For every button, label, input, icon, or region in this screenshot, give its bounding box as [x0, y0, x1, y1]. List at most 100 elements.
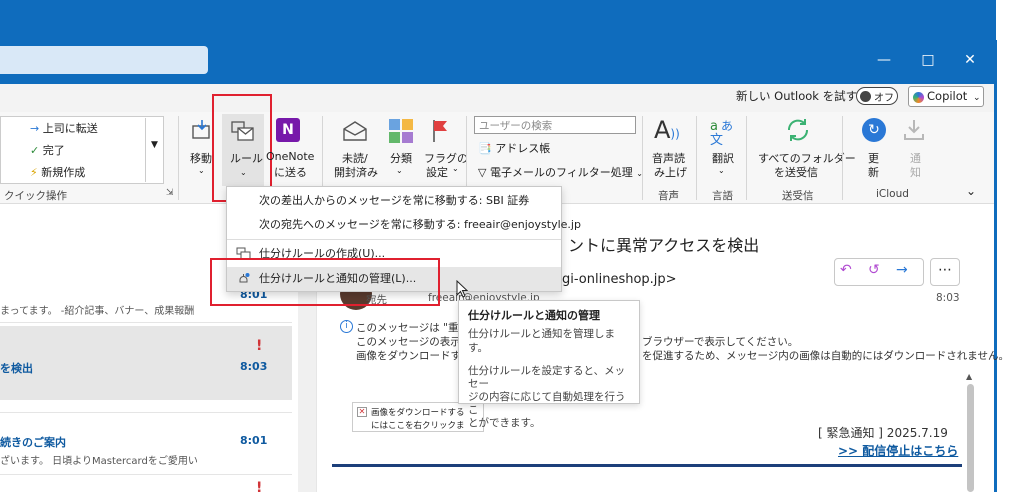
- translate-button[interactable]: 翻訳: [712, 150, 734, 166]
- toggle-knob-icon: [860, 91, 871, 102]
- refresh-icon: ↻: [862, 118, 886, 142]
- arrow-right-icon: →: [30, 122, 40, 135]
- chevron-down-icon: ⌄: [396, 166, 403, 175]
- info-line: このメッセージは "重要": [356, 322, 474, 334]
- onenote-button[interactable]: に送る: [274, 164, 307, 180]
- unread-read-button[interactable]: 開封済み: [334, 164, 378, 180]
- move-button[interactable]: 移動: [190, 150, 212, 166]
- quick-steps-expand-button[interactable]: ▼: [145, 118, 163, 182]
- copilot-icon: [913, 92, 924, 103]
- emergency-notice: [ 緊急通知 ] 2025.7.19: [818, 426, 948, 440]
- read-aloud-icon: A)): [654, 116, 680, 144]
- chevron-down-icon: ⌄: [972, 93, 981, 103]
- reply-button[interactable]: ↶: [840, 262, 852, 278]
- read-aloud-button[interactable]: み上げ: [654, 164, 687, 180]
- address-book-icon: 📑: [478, 142, 492, 155]
- icloud-group-label: iCloud: [876, 188, 909, 200]
- mail-subject: 続きのご案内: [0, 436, 66, 449]
- message-sender: gi-onlineshop.jp>: [562, 272, 677, 287]
- cursor-icon: [456, 279, 469, 298]
- mail-divider: [0, 322, 292, 323]
- filter-email-button[interactable]: ▽ 電子メールのフィルター処理 ⌄: [478, 164, 643, 180]
- svg-text:a: a: [710, 119, 718, 134]
- address-book-button[interactable]: 📑 アドレス帳: [478, 140, 550, 156]
- highlight-manage-rules: [210, 258, 440, 306]
- svg-text:文: 文: [710, 133, 723, 146]
- onenote-icon: N: [276, 118, 300, 142]
- menu-separator: [227, 239, 561, 240]
- new-outlook-label: 新しい Outlook を試す: [736, 89, 858, 103]
- unsubscribe-link[interactable]: >> 配信停止はこちら: [838, 442, 958, 459]
- mail-preview: まってます。 -紹介記事、バナー、成果報酬: [0, 306, 195, 317]
- more-actions-button[interactable]: ⋯: [930, 258, 960, 286]
- categorize-icon: [388, 118, 414, 144]
- menu-item-move-to-recipient[interactable]: 次の宛先へのメッセージを常に移動する: freeair@enjoystyle.j…: [227, 213, 581, 237]
- mail-subject: を検出: [0, 362, 33, 375]
- quick-steps-group-label: クイック操作: [4, 190, 67, 202]
- desktop-background: [996, 36, 1024, 492]
- mail-divider: [0, 412, 292, 413]
- flag-icon: [430, 118, 450, 144]
- scrollbar-thumb[interactable]: [967, 384, 974, 492]
- message-subject: ントに異常アクセスを検出: [568, 236, 760, 255]
- ribbon-separator: [842, 116, 843, 200]
- filter-icon: ▽: [478, 166, 487, 179]
- tooltip-detail: 仕分けルールを設定すると、メッセー ジの内容に応じて自動処理を行うこ とができま…: [468, 365, 626, 429]
- new-outlook-toggle[interactable]: オフ: [856, 87, 898, 105]
- quick-step-new[interactable]: ⚡ 新規作成: [30, 164, 85, 180]
- importance-icon: !: [256, 480, 263, 492]
- voice-group-label: 音声: [658, 190, 679, 202]
- maximize-button[interactable]: □: [908, 48, 948, 72]
- content-divider: [332, 464, 962, 467]
- chevron-down-icon: ⌄: [198, 166, 205, 175]
- chevron-down-icon: ⌄: [452, 164, 459, 173]
- info-line: 画像をダウンロードする: [356, 350, 472, 362]
- mail-time: 8:03: [240, 360, 268, 373]
- image-placeholder-text: 画像をダウンロードする: [371, 408, 465, 418]
- sendrecv-group-label: 送受信: [782, 190, 814, 202]
- send-receive-all-button[interactable]: を送受信: [774, 164, 818, 180]
- sync-icon: [784, 116, 812, 144]
- download-icon: [902, 118, 926, 142]
- refresh-button[interactable]: 新: [868, 164, 879, 180]
- tooltip-description: 仕分けルールと通知を管理します。: [468, 328, 615, 354]
- categorize-button[interactable]: 分類: [390, 150, 412, 166]
- dialog-launcher-icon[interactable]: ⇲: [166, 188, 174, 198]
- tooltip-title: 仕分けルールと通知の管理: [468, 309, 600, 322]
- flag-button[interactable]: 設定: [426, 164, 448, 180]
- importance-icon: !: [256, 338, 263, 354]
- copilot-button[interactable]: Copilot ⌄: [908, 86, 984, 107]
- reply-all-button[interactable]: ↺: [868, 262, 880, 278]
- chevron-down-icon: ⌄: [718, 166, 725, 175]
- move-icon: [190, 118, 214, 142]
- broken-image-icon: ✕: [357, 407, 367, 417]
- ribbon-separator: [178, 116, 179, 200]
- tooltip-manage-rules: 仕分けルールと通知の管理 仕分けルールと通知を管理します。 仕分けルールを設定す…: [458, 300, 640, 429]
- mail-divider: [0, 474, 292, 475]
- ribbon-separator: [746, 116, 747, 200]
- lightning-icon: ⚡: [30, 166, 38, 179]
- quick-step-done[interactable]: ✓ 完了: [30, 142, 65, 158]
- scroll-up-icon[interactable]: ▲: [966, 372, 972, 381]
- info-line: このメッセージの表示に: [356, 336, 472, 348]
- onenote-label: OneNote: [266, 150, 315, 163]
- close-button[interactable]: ✕: [950, 48, 990, 72]
- search-box[interactable]: [0, 46, 208, 74]
- language-group-label: 言語: [712, 190, 733, 202]
- forward-button[interactable]: →: [896, 262, 908, 278]
- menu-item-move-from-sender[interactable]: 次の差出人からのメッセージを常に移動する: SBI 証券: [227, 189, 561, 213]
- info-line: を促進するため、メッセージ内の画像は自動的にはダウンロードされません。: [642, 350, 1009, 362]
- mail-time: 8:01: [240, 434, 268, 447]
- image-placeholder[interactable]: ✕ 画像をダウンロードする にはここを右クリックま: [352, 402, 484, 432]
- envelope-icon: [342, 120, 368, 142]
- collapse-ribbon-icon[interactable]: ⌄: [966, 184, 976, 198]
- quick-step-forward[interactable]: → 上司に転送: [30, 120, 98, 136]
- mail-preview: ざいます。 日頃よりMastercardをご愛用い: [0, 456, 198, 467]
- checkmark-icon: ✓: [30, 144, 40, 157]
- svg-text:あ: あ: [721, 119, 733, 133]
- notify-button[interactable]: 知: [910, 164, 921, 180]
- info-line: ブラウザーで表示してください。: [642, 336, 799, 348]
- image-placeholder-text: にはここを右クリックま: [371, 421, 465, 431]
- search-users-input[interactable]: ユーザーの検索: [474, 116, 636, 134]
- minimize-button[interactable]: —: [864, 48, 904, 72]
